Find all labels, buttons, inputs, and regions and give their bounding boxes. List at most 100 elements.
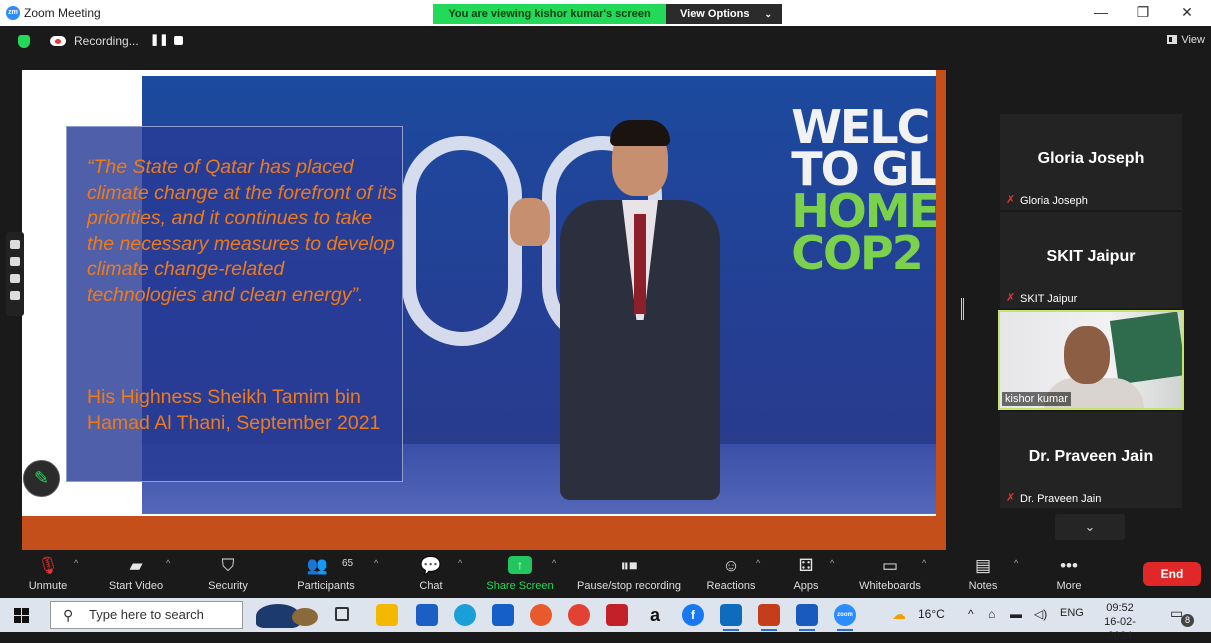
window-title: Zoom Meeting xyxy=(24,6,101,20)
more-label: More xyxy=(1056,580,1082,592)
camera-icon[interactable] xyxy=(10,240,20,249)
notes-label: Notes xyxy=(968,580,998,592)
chevron-up-icon[interactable]: ^ xyxy=(166,558,170,568)
participant-label: SKIT Jaipur xyxy=(1020,293,1078,305)
reactions-button[interactable]: ☺ ^ Reactions xyxy=(700,550,762,598)
word-icon[interactable] xyxy=(796,604,818,631)
windows-start-icon[interactable] xyxy=(14,608,29,623)
apps-button[interactable]: ⚃ ^ Apps xyxy=(786,550,834,598)
participant-tile[interactable]: Gloria Joseph ✗ Gloria Joseph xyxy=(1000,114,1182,210)
unmute-label: Unmute xyxy=(28,580,68,592)
chevron-up-icon[interactable]: ^ xyxy=(552,558,556,568)
participant-label: Gloria Joseph xyxy=(1020,195,1088,207)
view-layout-label: View xyxy=(1181,34,1205,46)
pause-stop-recording-button[interactable]: ⏸⏹ Pause/stop recording xyxy=(572,550,686,598)
tie xyxy=(634,214,646,314)
start-video-button[interactable]: ▰ ^ Start Video xyxy=(100,550,172,598)
store-icon[interactable] xyxy=(416,604,438,626)
network-icon[interactable]: ⌂ xyxy=(988,607,995,621)
volume-icon[interactable]: ◁) xyxy=(1034,607,1047,621)
chevron-up-icon[interactable]: ^ xyxy=(922,558,926,568)
edge-browser-icon[interactable] xyxy=(454,604,476,626)
battery-icon[interactable]: ▬ xyxy=(1010,607,1022,621)
chevron-down-icon: ⌄ xyxy=(764,9,772,19)
slide-accent-band xyxy=(936,70,946,516)
chevron-up-icon[interactable]: ^ xyxy=(74,558,78,568)
facebook-icon[interactable]: f xyxy=(682,604,704,626)
chevron-up-icon[interactable]: ^ xyxy=(374,558,378,568)
outlook-icon[interactable] xyxy=(720,604,742,631)
security-label: Security xyxy=(208,580,248,592)
recording-status: Recording... xyxy=(74,34,139,48)
hair xyxy=(610,120,670,146)
panel-resize-handle[interactable] xyxy=(961,298,964,320)
file-explorer-icon[interactable] xyxy=(376,604,398,626)
powerpoint-icon[interactable] xyxy=(758,604,780,631)
tray-chevron-up-icon[interactable]: ^ xyxy=(968,607,974,621)
participants-count: 65 xyxy=(342,558,354,569)
close-icon[interactable]: ✕ xyxy=(1172,4,1202,21)
notification-icon[interactable]: ▭ 8 xyxy=(1170,605,1194,627)
active-speaker-video[interactable]: kishor kumar xyxy=(998,310,1184,410)
mail-icon[interactable] xyxy=(492,604,514,626)
backdrop-line: COP2 xyxy=(791,226,924,280)
video-face xyxy=(1064,326,1110,384)
annotation-side-toolbar[interactable] xyxy=(6,232,24,316)
security-button[interactable]: ⛉ Security xyxy=(198,550,258,598)
chrome-icon[interactable] xyxy=(568,604,590,626)
restore-icon[interactable]: ❐ xyxy=(1128,4,1158,21)
chevron-up-icon[interactable]: ^ xyxy=(1014,558,1018,568)
meeting-toolbar: 🎙 ^ Unmute ▰ ^ Start Video ⛉ Security 👥 … xyxy=(0,550,1211,598)
taskbar-clock[interactable]: 09:52 16-02-2024 xyxy=(1094,601,1146,643)
temperature[interactable]: 16°C xyxy=(918,607,945,621)
security-shield-icon[interactable] xyxy=(18,35,30,48)
search-placeholder: Type here to search xyxy=(89,607,204,622)
notes-icon: ▤ xyxy=(974,556,992,575)
participant-tile[interactable]: SKIT Jaipur ✗ SKIT Jaipur xyxy=(1000,212,1182,308)
annotate-pencil-icon[interactable]: ✎ xyxy=(23,460,60,497)
notification-count: 8 xyxy=(1181,614,1194,627)
view-layout-button[interactable]: View xyxy=(1167,34,1205,46)
firefox-icon[interactable] xyxy=(530,604,552,626)
unmute-button[interactable]: 🎙 ^ Unmute xyxy=(18,550,79,598)
smiley-icon: ☺ xyxy=(722,556,740,575)
chevron-up-icon[interactable]: ^ xyxy=(830,558,834,568)
stop-recording-icon[interactable] xyxy=(174,36,183,45)
notes-button[interactable]: ▤ ^ Notes xyxy=(962,550,1019,598)
gear-icon[interactable] xyxy=(10,291,20,300)
task-view-icon[interactable] xyxy=(335,607,349,621)
window-titlebar: zm Zoom Meeting You are viewing kishor k… xyxy=(0,0,1211,26)
chevron-up-icon[interactable]: ^ xyxy=(458,558,462,568)
participants-button[interactable]: 👥 65 ^ Participants xyxy=(290,550,378,598)
video-icon[interactable] xyxy=(10,257,20,266)
share-arrow-icon: ↑ xyxy=(508,556,532,574)
amazon-icon[interactable]: a xyxy=(644,604,666,626)
waving-hand xyxy=(510,198,550,246)
whiteboards-button[interactable]: ▭ ^ Whiteboards xyxy=(852,550,928,598)
share-screen-button[interactable]: ↑ ^ Share Screen xyxy=(482,550,558,598)
chat-bubble-icon: 💬 xyxy=(420,556,442,575)
participant-tile[interactable]: Dr. Praveen Jain ✗ Dr. Praveen Jain xyxy=(1000,412,1182,508)
weather-icon[interactable]: ☁ xyxy=(892,606,906,623)
chevron-up-icon[interactable]: ^ xyxy=(756,558,760,568)
start-video-label: Start Video xyxy=(108,580,164,592)
meeting-info-bar: Recording... ❚❚ View xyxy=(0,26,1211,56)
taskbar-search-input[interactable]: ⚲ Type here to search xyxy=(50,601,243,629)
more-button[interactable]: ••• More xyxy=(1046,550,1092,598)
language-indicator[interactable]: ENG xyxy=(1060,607,1084,619)
cloud-recording-icon xyxy=(50,36,66,46)
zoom-app-icon[interactable]: zoom xyxy=(834,604,856,631)
scroll-down-chevron-icon[interactable]: ⌄ xyxy=(1055,514,1125,540)
gallery-icon[interactable] xyxy=(10,274,20,283)
end-meeting-button[interactable]: End xyxy=(1143,562,1201,586)
chat-label: Chat xyxy=(419,580,443,592)
acrobat-icon[interactable] xyxy=(606,604,628,626)
view-options-button[interactable]: View Options ⌄ xyxy=(666,4,782,24)
chat-button[interactable]: 💬 ^ Chat xyxy=(408,550,462,598)
search-icon: ⚲ xyxy=(63,607,74,623)
search-highlight-bird-icon[interactable] xyxy=(252,600,322,630)
pause-recording-icon[interactable]: ❚❚ xyxy=(150,33,168,46)
minimize-icon[interactable]: — xyxy=(1086,4,1116,20)
whiteboard-icon: ▭ xyxy=(881,556,899,575)
participant-name: SKIT Jaipur xyxy=(1046,248,1136,265)
